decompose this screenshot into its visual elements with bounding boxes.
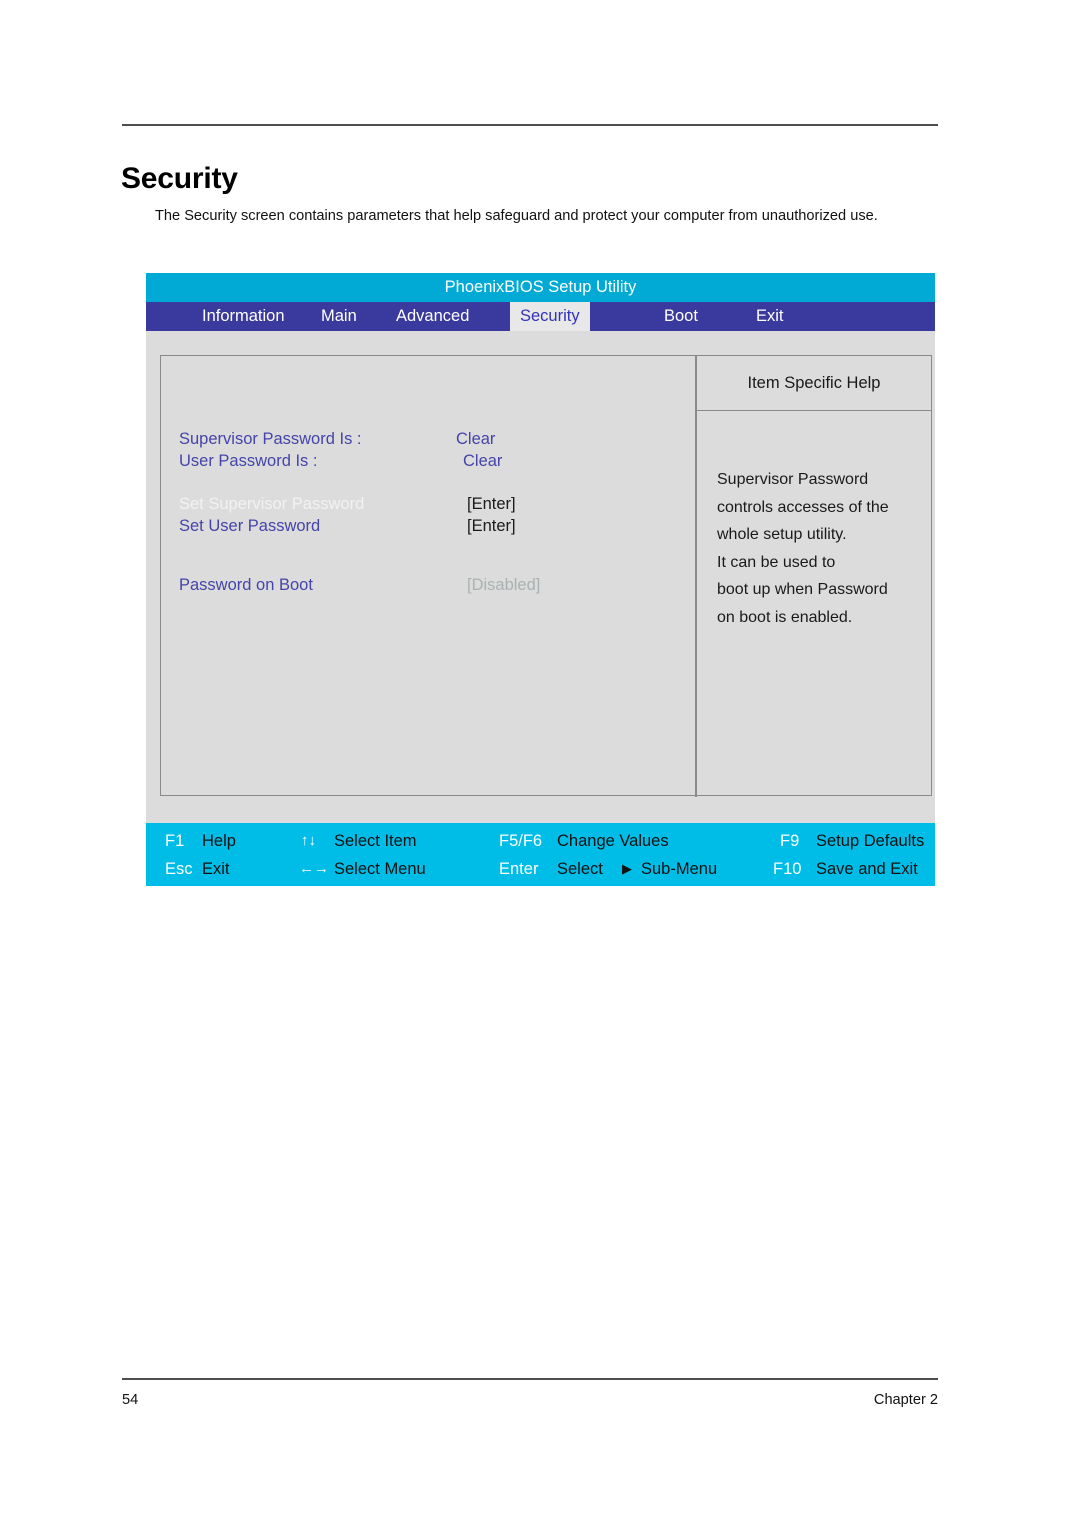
key-save-and-exit-desc[interactable]: Save and Exit (816, 855, 918, 883)
bios-key-help-bar: F1 Help ↑↓ Select Item F5/F6 Change Valu… (146, 823, 935, 886)
key-sub-menu-desc[interactable]: Sub-Menu (641, 855, 717, 883)
setting-label: User Password Is : (179, 452, 318, 470)
page-bottom-rule (122, 1378, 938, 1380)
tab-information[interactable]: Information (202, 302, 285, 331)
arrow-up-down-icon: ↑↓ (301, 832, 316, 849)
tab-exit[interactable]: Exit (756, 302, 784, 331)
key-select-desc[interactable]: Select (557, 855, 603, 883)
triangle-right-icon: ▶ (622, 861, 632, 876)
help-line: Supervisor Password (717, 471, 869, 488)
help-line: controls accesses of the (717, 498, 889, 516)
key-select-item-desc[interactable]: Select Item (334, 827, 417, 855)
setting-label: Password on Boot (179, 576, 313, 594)
tab-boot[interactable]: Boot (664, 302, 698, 331)
help-line: whole setup utility. (717, 526, 847, 543)
setting-value[interactable]: [Enter] (467, 516, 516, 537)
key-f9-label: F9 (780, 832, 800, 850)
tab-main[interactable]: Main (321, 302, 357, 331)
bios-tab-bar: Information Main Advanced Security Boot … (146, 302, 935, 331)
bios-content-panel: Supervisor Password Is : Clear User Pass… (160, 355, 932, 797)
help-line: boot up when Password (717, 581, 888, 598)
setting-value[interactable]: [Enter] (467, 494, 516, 515)
setting-value[interactable]: [Disabled] (467, 575, 540, 596)
help-line: on boot is enabled. (717, 608, 853, 626)
help-line: It can be used to (717, 553, 836, 571)
tab-advanced[interactable]: Advanced (396, 302, 469, 331)
key-f1-desc[interactable]: Help (202, 827, 236, 855)
setting-value[interactable]: Clear (456, 429, 495, 450)
item-specific-help-title: Item Specific Help (696, 356, 932, 411)
key-enter-label: Enter (499, 860, 539, 878)
setting-label: Set Supervisor Password (179, 495, 365, 513)
key-help-row-1: F1 Help ↑↓ Select Item F5/F6 Change Valu… (146, 827, 935, 855)
bios-setup-screen: PhoenixBIOS Setup Utility Information Ma… (146, 273, 935, 886)
setting-label: Set User Password (179, 517, 321, 535)
key-f1-label: F1 (165, 832, 185, 850)
setting-value[interactable]: Clear (463, 451, 502, 472)
settings-list: Supervisor Password Is : Clear User Pass… (161, 356, 695, 797)
arrow-left-right-icon: ←→ (299, 860, 329, 877)
intro-paragraph: The Security screen contains parameters … (155, 207, 878, 224)
key-change-values-desc[interactable]: Change Values (557, 827, 669, 855)
page-top-rule (122, 124, 938, 126)
key-help-row-2: Esc Exit ←→ Select Menu Enter Select ▶ S… (146, 855, 935, 883)
key-f10-label: F10 (773, 860, 802, 878)
tab-security[interactable]: Security (510, 302, 590, 331)
chapter-label: Chapter 2 (873, 1392, 938, 1408)
page-number: 54 (122, 1392, 139, 1408)
panel-vertical-divider (695, 356, 697, 797)
key-f5-f6-label: F5/F6 (499, 832, 543, 850)
key-esc-label: Esc (165, 860, 193, 878)
bios-title-bar: PhoenixBIOS Setup Utility (146, 273, 935, 302)
page-title: Security (121, 162, 238, 196)
key-esc-desc[interactable]: Exit (202, 855, 230, 883)
key-setup-defaults-desc[interactable]: Setup Defaults (816, 827, 924, 855)
item-specific-help-body: Supervisor Password controls accesses of… (717, 466, 932, 631)
setting-label: Supervisor Password Is : (179, 430, 362, 448)
key-select-menu-desc[interactable]: Select Menu (334, 855, 426, 883)
